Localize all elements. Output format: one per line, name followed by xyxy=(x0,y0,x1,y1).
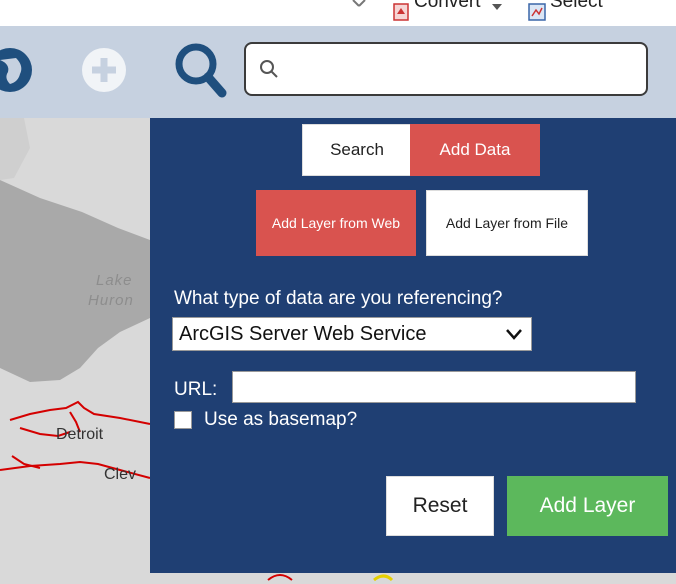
globe-icon[interactable] xyxy=(0,46,34,94)
add-circle-icon[interactable] xyxy=(80,46,128,94)
data-type-select[interactable]: ArcGIS Server Web Service xyxy=(172,317,532,351)
chevron-down-icon xyxy=(506,329,522,340)
tab-search[interactable]: Search xyxy=(302,124,412,176)
select-button[interactable]: Select xyxy=(550,0,603,13)
convert-button[interactable]: Convert xyxy=(414,0,481,13)
close-icon[interactable] xyxy=(350,0,368,14)
top-toolbar-strip: Convert Select xyxy=(0,0,676,26)
use-as-basemap-checkbox[interactable] xyxy=(174,411,192,429)
search-icon[interactable] xyxy=(172,40,228,100)
map-label-clev: Clev xyxy=(104,466,137,483)
search-box[interactable] xyxy=(244,42,648,96)
use-as-basemap-label: Use as basemap? xyxy=(204,409,358,430)
add-layer-button[interactable]: Add Layer xyxy=(507,476,668,536)
data-type-selected: ArcGIS Server Web Service xyxy=(179,322,427,345)
subtab-add-layer-from-file[interactable]: Add Layer from File xyxy=(426,190,588,256)
add-data-panel: Search Add Data Add Layer from Web Add L… xyxy=(150,118,676,573)
map-label-lake: Lake xyxy=(96,272,133,289)
map-label-huron: Huron xyxy=(88,292,134,309)
data-type-label: What type of data are you referencing? xyxy=(174,288,503,309)
map-toolbar xyxy=(0,26,676,118)
select-icon xyxy=(528,3,546,21)
map-label-detroit: Detroit xyxy=(56,426,104,443)
url-label: URL: xyxy=(174,379,218,400)
search-input-icon xyxy=(260,60,278,78)
url-input[interactable] xyxy=(232,371,636,403)
search-input[interactable] xyxy=(290,54,634,86)
subtab-add-layer-from-web[interactable]: Add Layer from Web xyxy=(256,190,416,256)
convert-icon xyxy=(393,3,409,21)
dropdown-arrow-icon[interactable] xyxy=(492,4,502,12)
tab-add-data[interactable]: Add Data xyxy=(410,124,540,176)
reset-button[interactable]: Reset xyxy=(386,476,494,536)
